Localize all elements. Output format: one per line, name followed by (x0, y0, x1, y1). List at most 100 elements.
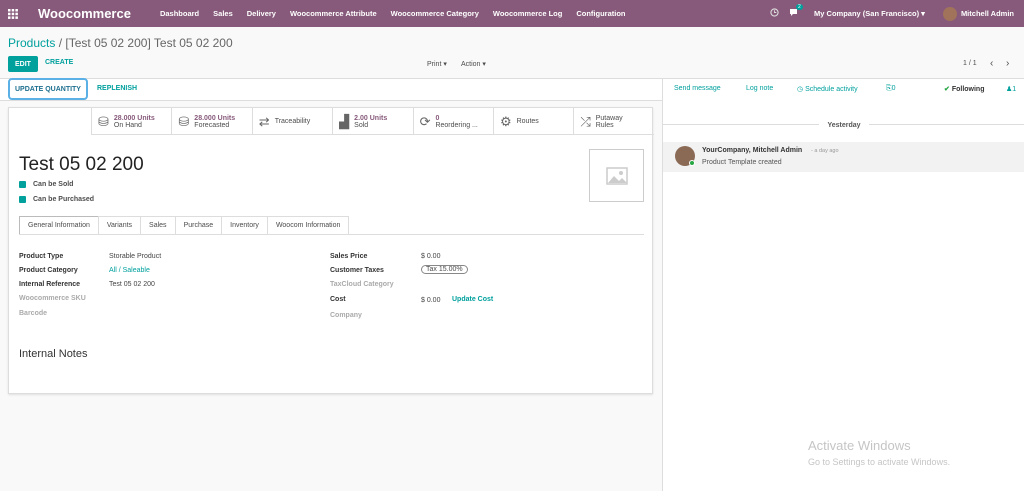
message-body: Product Template created (702, 159, 782, 166)
product-type-value[interactable]: Storable Product (109, 253, 161, 260)
schedule-activity-button[interactable]: ◷ Schedule activity (797, 85, 858, 93)
update-cost-button[interactable]: Update Cost (452, 296, 493, 303)
app-brand[interactable]: Woocommerce (38, 6, 131, 21)
notebook-tabs: General Information Variants Sales Purch… (19, 216, 350, 234)
smart-button-putaway-rules[interactable]: ⤮ Putaway Rules (573, 108, 653, 135)
woocommerce-sku-label: Woocommerce SKU (19, 295, 86, 302)
reordering-label: Reordering ... (435, 121, 478, 129)
attachments-count: 0 (891, 85, 896, 92)
menu-sales[interactable]: Sales (206, 9, 240, 18)
product-category-label: Product Category (19, 267, 78, 274)
cogs-icon: ⚙ (499, 113, 512, 129)
on-hand-value: 28.000 Units (113, 114, 155, 122)
can-be-purchased-checkbox[interactable]: Can be Purchased (19, 196, 94, 203)
tab-inventory[interactable]: Inventory (221, 216, 268, 234)
can-be-sold-label: Can be Sold (33, 181, 74, 188)
menu-woocommerce-attribute[interactable]: Woocommerce Attribute (283, 9, 384, 18)
pager-next-icon[interactable]: › (1006, 58, 1009, 69)
menu-dashboard[interactable]: Dashboard (153, 9, 206, 18)
can-be-sold-checkbox[interactable]: Can be Sold (19, 181, 73, 188)
tab-general-information[interactable]: General Information (19, 216, 99, 234)
company-switcher[interactable]: My Company (San Francisco) ▾ (814, 9, 925, 18)
sold-label: Sold (354, 121, 369, 129)
checkbox-checked-icon (19, 181, 26, 188)
pager-value[interactable]: 1 / 1 (963, 60, 977, 67)
image-icon (605, 166, 628, 185)
followers-count: 1 (1012, 86, 1017, 93)
action-label: Action (461, 61, 481, 68)
sales-price-value[interactable]: $ 0.00 (421, 253, 440, 260)
main-menu: Dashboard Sales Delivery Woocommerce Att… (153, 9, 633, 18)
followers-button[interactable]: ♟1 (1006, 85, 1016, 93)
attachments-button[interactable]: ⎘0 (886, 85, 896, 93)
forecasted-value: 28.000 Units (194, 114, 236, 122)
sales-price-label: Sales Price (330, 253, 368, 260)
product-category-value[interactable]: All / Saleable (109, 267, 150, 274)
smart-button-routes[interactable]: ⚙ Routes (492, 108, 573, 135)
smart-button-on-hand[interactable]: ⛁ 28.000 Units On Hand (91, 108, 171, 135)
menu-delivery[interactable]: Delivery (240, 9, 283, 18)
breadcrumb-separator: / (58, 36, 63, 50)
product-image-placeholder[interactable] (589, 149, 644, 202)
message-time: - a day ago (811, 148, 839, 154)
print-dropdown[interactable]: Print ▾ (427, 60, 447, 68)
tab-variants[interactable]: Variants (97, 216, 142, 234)
smart-buttons: ⛁ 28.000 Units On Hand ⛁ 28.000 Units Foreca… (91, 108, 654, 135)
tax-badge[interactable]: Tax 15.00% (421, 265, 468, 274)
smart-button-traceability[interactable]: ⇄ Traceability (251, 108, 332, 135)
tab-sales[interactable]: Sales (140, 216, 176, 234)
random-icon: ⤮ (580, 113, 591, 129)
replenish-button[interactable]: REPLENISH (97, 85, 137, 92)
arrows-icon: ⇄ (258, 113, 270, 129)
tab-woocom-information[interactable]: Woocom Information (266, 216, 350, 234)
chat-count-badge: 2 (796, 4, 803, 10)
user-menu[interactable]: Mitchell Admin (942, 6, 1014, 21)
smart-button-sold[interactable]: ▟ 2.00 Units Sold (332, 108, 412, 135)
sold-value: 2.00 Units (354, 114, 388, 122)
smart-button-forecasted[interactable]: ⛁ 28.000 Units Forecasted (171, 108, 251, 135)
product-type-label: Product Type (19, 253, 64, 260)
pager-previous-icon[interactable]: ‹ (990, 58, 993, 69)
update-quantity-button[interactable]: UPDATE QUANTITY (8, 78, 88, 100)
chatter-message: YourCompany, Mitchell Admin - a day ago … (663, 142, 1024, 172)
forecasted-label: Forecasted (194, 121, 230, 129)
product-name[interactable]: Test 05 02 200 (19, 154, 144, 176)
traceability-label: Traceability (274, 118, 311, 125)
windows-watermark-subtitle: Go to Settings to activate Windows. (808, 457, 951, 467)
cost-label: Cost (330, 296, 346, 303)
reordering-value: 0 (435, 114, 440, 122)
following-button[interactable]: ✔ Following (944, 85, 985, 93)
cubes-icon: ⛁ (98, 113, 109, 129)
menu-configuration[interactable]: Configuration (569, 9, 632, 18)
action-dropdown[interactable]: Action ▾ (461, 60, 486, 68)
can-be-purchased-label: Can be Purchased (33, 196, 95, 203)
breadcrumb-current: [Test 05 02 200] Test 05 02 200 (65, 36, 233, 50)
user-name: Mitchell Admin (960, 9, 1014, 18)
message-author[interactable]: YourCompany, Mitchell Admin (702, 147, 802, 154)
taxcloud-category-label: TaxCloud Category (330, 281, 394, 288)
apps-menu-icon[interactable] (0, 0, 26, 27)
menu-woocommerce-category[interactable]: Woocommerce Category (384, 9, 486, 18)
send-message-button[interactable]: Send message (674, 85, 721, 92)
check-icon: ✔ (944, 86, 950, 93)
chat-icon[interactable]: 2 (789, 4, 803, 19)
on-hand-label: On Hand (113, 121, 142, 129)
activity-clock-icon[interactable] (770, 8, 779, 19)
edit-button[interactable]: EDIT (8, 56, 38, 72)
breadcrumb-products-link[interactable]: Products (8, 36, 55, 50)
bar-chart-icon: ▟ (339, 113, 350, 129)
cost-value[interactable]: $ 0.00 (421, 297, 440, 304)
internal-reference-value[interactable]: Test 05 02 200 (109, 281, 155, 288)
menu-woocommerce-log[interactable]: Woocommerce Log (486, 9, 569, 18)
smart-button-reordering[interactable]: ⟳ 0 Reordering ... (412, 108, 493, 135)
day-divider: Yesterday (663, 120, 1024, 129)
barcode-label: Barcode (19, 310, 48, 317)
tab-purchase[interactable]: Purchase (174, 216, 223, 234)
avatar (942, 6, 957, 21)
day-label: Yesterday (819, 122, 869, 129)
create-button[interactable]: CREATE (45, 59, 73, 66)
customer-taxes-label: Customer Taxes (330, 267, 384, 274)
breadcrumb: Products / [Test 05 02 200] Test 05 02 2… (8, 36, 233, 50)
log-note-button[interactable]: Log note (746, 85, 773, 92)
internal-notes-heading: Internal Notes (19, 348, 88, 360)
